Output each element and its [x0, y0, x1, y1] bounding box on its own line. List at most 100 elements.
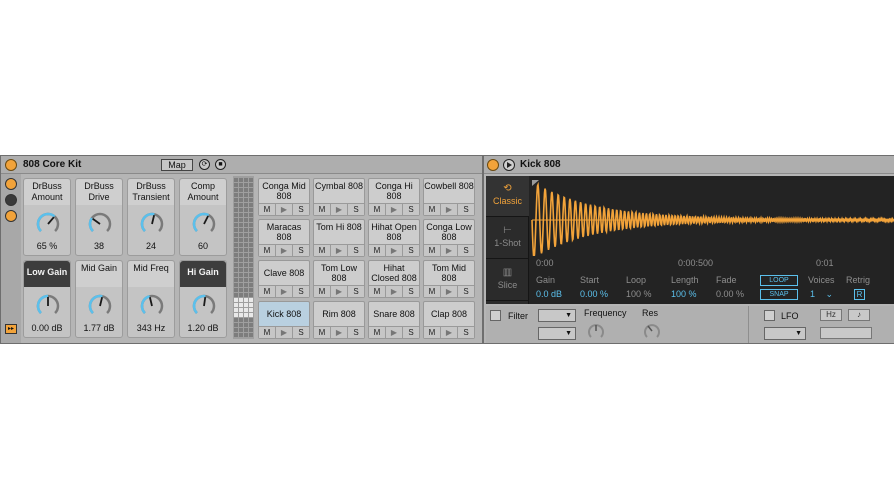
macro-knob[interactable]	[35, 211, 61, 237]
pad-mute-button[interactable]: M	[314, 327, 331, 338]
pad-play-button[interactable]: ▶	[441, 327, 458, 338]
pad-solo-button[interactable]: S	[293, 286, 309, 297]
drum-pad[interactable]: Tom Hi 808 M ▶ S	[313, 219, 365, 257]
pad-play-button[interactable]: ▶	[441, 245, 458, 256]
pad-mute-button[interactable]: M	[369, 204, 386, 215]
drum-pad[interactable]: Conga Hi 808 M ▶ S	[368, 178, 420, 216]
param-value-gain[interactable]: 0.0 dB	[536, 289, 562, 299]
macro-7[interactable]: Mid Freq 343 Hz	[127, 260, 175, 338]
preview-play-icon[interactable]	[503, 159, 515, 171]
pad-solo-button[interactable]: S	[403, 327, 419, 338]
lfo-enable-checkbox[interactable]	[764, 310, 775, 321]
pad-mute-button[interactable]: M	[259, 245, 276, 256]
waveform-display[interactable]	[531, 176, 894, 256]
drum-pad[interactable]: Conga Mid 808 M ▶ S	[258, 178, 310, 216]
drum-pad[interactable]: Snare 808 M ▶ S	[368, 301, 420, 339]
drum-pad[interactable]: Cowbell 808 M ▶ S	[423, 178, 475, 216]
pad-play-button[interactable]: ▶	[386, 286, 403, 297]
pad-solo-button[interactable]: S	[348, 327, 364, 338]
pad-view-toggle-icon[interactable]: ▸▸	[5, 324, 17, 334]
device-view-icon[interactable]	[5, 210, 17, 222]
mode-slice[interactable]: ▥ Slice	[486, 260, 529, 301]
param-value-start[interactable]: 0.00 %	[580, 289, 608, 299]
lfo-hz-button[interactable]: Hz	[820, 309, 842, 321]
pad-overview-grid[interactable]	[233, 176, 254, 339]
macro-5[interactable]: Low Gain 0.00 dB	[23, 260, 71, 338]
pad-mute-button[interactable]: M	[369, 286, 386, 297]
save-preset-icon[interactable]: ■	[215, 159, 226, 170]
frequency-knob[interactable]	[586, 321, 606, 341]
macro-knob[interactable]	[35, 293, 61, 319]
lfo-rate-field[interactable]	[820, 327, 872, 339]
snap-toggle[interactable]: SNAP	[760, 289, 798, 300]
pad-play-button[interactable]: ▶	[441, 286, 458, 297]
pad-mute-button[interactable]: M	[369, 327, 386, 338]
chain-list-icon[interactable]	[5, 194, 17, 206]
pad-play-button[interactable]: ▶	[331, 204, 348, 215]
pad-solo-button[interactable]: S	[458, 327, 474, 338]
drum-pad[interactable]: Conga Low 808 M ▶ S	[423, 219, 475, 257]
pad-play-button[interactable]: ▶	[386, 327, 403, 338]
pad-play-button[interactable]: ▶	[331, 286, 348, 297]
macro-knob[interactable]	[191, 211, 217, 237]
pad-solo-button[interactable]: S	[293, 245, 309, 256]
pad-play-button[interactable]: ▶	[331, 245, 348, 256]
macro-4[interactable]: Comp Amount 60	[179, 178, 227, 256]
drum-pad[interactable]: Hihat Closed 808 M ▶ S	[368, 260, 420, 298]
macro-view-icon[interactable]	[5, 178, 17, 190]
drum-pad[interactable]: Hihat Open 808 M ▶ S	[368, 219, 420, 257]
mode-1-shot[interactable]: ⊢ 1-Shot	[486, 218, 529, 259]
param-value-loop[interactable]: 100 %	[626, 289, 652, 299]
param-value-fade[interactable]: 0.00 %	[716, 289, 744, 299]
pad-mute-button[interactable]: M	[424, 204, 441, 215]
hot-swap-icon[interactable]: ⟳	[199, 159, 210, 170]
drum-pad[interactable]: Tom Mid 808 M ▶ S	[423, 260, 475, 298]
macro-knob[interactable]	[139, 293, 165, 319]
drum-pad[interactable]: Tom Low 808 M ▶ S	[313, 260, 365, 298]
pad-solo-button[interactable]: S	[458, 204, 474, 215]
pad-solo-button[interactable]: S	[348, 204, 364, 215]
pad-play-button[interactable]: ▶	[276, 245, 293, 256]
mode-classic[interactable]: ⟲ Classic	[486, 176, 529, 217]
pad-mute-button[interactable]: M	[259, 327, 276, 338]
voices-value[interactable]: 1 ⌄	[810, 289, 833, 300]
drum-pad[interactable]: Rim 808 M ▶ S	[313, 301, 365, 339]
pad-mute-button[interactable]: M	[314, 286, 331, 297]
drum-pad[interactable]: Clave 808 M ▶ S	[258, 260, 310, 298]
pad-play-button[interactable]: ▶	[386, 204, 403, 215]
pad-solo-button[interactable]: S	[403, 204, 419, 215]
drum-pad[interactable]: Kick 808 M ▶ S	[258, 301, 310, 339]
macro-knob[interactable]	[87, 293, 113, 319]
pad-mute-button[interactable]: M	[369, 245, 386, 256]
pad-mute-button[interactable]: M	[314, 204, 331, 215]
pad-solo-button[interactable]: S	[458, 245, 474, 256]
macro-1[interactable]: DrBuss Amount 65 %	[23, 178, 71, 256]
macro-knob[interactable]	[87, 211, 113, 237]
macro-knob[interactable]	[139, 211, 165, 237]
pad-solo-button[interactable]: S	[403, 286, 419, 297]
pad-solo-button[interactable]: S	[293, 204, 309, 215]
map-button[interactable]: Map	[161, 159, 193, 171]
resonance-knob[interactable]	[642, 321, 662, 341]
pad-mute-button[interactable]: M	[259, 204, 276, 215]
macro-6[interactable]: Mid Gain 1.77 dB	[75, 260, 123, 338]
lfo-waveform-dropdown[interactable]: ▼	[764, 327, 806, 340]
pad-play-button[interactable]: ▶	[386, 245, 403, 256]
macro-8[interactable]: Hi Gain 1.20 dB	[179, 260, 227, 338]
drum-pad[interactable]: Maracas 808 M ▶ S	[258, 219, 310, 257]
pad-play-button[interactable]: ▶	[276, 327, 293, 338]
pad-mute-button[interactable]: M	[314, 245, 331, 256]
pad-mute-button[interactable]: M	[424, 286, 441, 297]
drum-rack-power-button[interactable]	[5, 159, 17, 171]
pad-mute-button[interactable]: M	[424, 245, 441, 256]
pad-play-button[interactable]: ▶	[441, 204, 458, 215]
param-value-length[interactable]: 100 %	[671, 289, 697, 299]
pad-mute-button[interactable]: M	[259, 286, 276, 297]
simpler-power-button[interactable]	[487, 159, 499, 171]
loop-toggle[interactable]: LOOP	[760, 275, 798, 286]
pad-solo-button[interactable]: S	[458, 286, 474, 297]
retrig-toggle[interactable]: R	[854, 289, 865, 300]
pad-play-button[interactable]: ▶	[331, 327, 348, 338]
pad-mute-button[interactable]: M	[424, 327, 441, 338]
drum-pad[interactable]: Cymbal 808 M ▶ S	[313, 178, 365, 216]
